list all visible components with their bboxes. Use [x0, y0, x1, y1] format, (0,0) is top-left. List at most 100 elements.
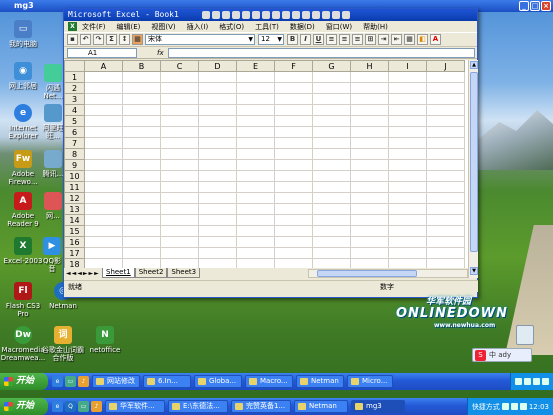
- cell[interactable]: [198, 258, 237, 268]
- cell[interactable]: [274, 82, 313, 94]
- cell[interactable]: [236, 82, 275, 94]
- column-header[interactable]: F: [274, 60, 313, 72]
- desktop-icon-netoffice[interactable]: Nnetoffice: [82, 326, 128, 354]
- menu-tools[interactable]: 工具(T): [255, 22, 279, 32]
- cell[interactable]: [122, 104, 161, 116]
- font-name-select[interactable]: 宋体 ▼: [145, 34, 255, 45]
- align-left-icon[interactable]: ≡: [326, 34, 337, 45]
- cell[interactable]: [388, 258, 427, 268]
- desktop-icon-partial[interactable]: 网...: [42, 192, 64, 220]
- cell[interactable]: [84, 93, 123, 105]
- fx-icon[interactable]: fx: [157, 49, 164, 57]
- cell[interactable]: [274, 159, 313, 171]
- cell[interactable]: [350, 93, 389, 105]
- cell[interactable]: [236, 104, 275, 116]
- scroll-down-icon[interactable]: ▼: [470, 267, 478, 275]
- desktop-icon-my-computer[interactable]: ▭ 我的电脑: [0, 20, 46, 48]
- cell[interactable]: [236, 225, 275, 237]
- maximize-button[interactable]: □: [530, 1, 540, 11]
- cell[interactable]: [198, 192, 237, 204]
- cell[interactable]: [122, 192, 161, 204]
- tab-sheet1[interactable]: Sheet1: [102, 268, 135, 278]
- cell[interactable]: [122, 170, 161, 182]
- cell[interactable]: [198, 225, 237, 237]
- cell[interactable]: [236, 93, 275, 105]
- align-right-icon[interactable]: ≡: [352, 34, 363, 45]
- column-header[interactable]: D: [198, 60, 237, 72]
- column-header[interactable]: H: [350, 60, 389, 72]
- cell[interactable]: [198, 247, 237, 259]
- task-button-netman[interactable]: Netman: [296, 375, 344, 388]
- cell[interactable]: [160, 159, 199, 171]
- close-button[interactable]: ×: [541, 1, 551, 11]
- cell[interactable]: [426, 148, 465, 160]
- cell[interactable]: [426, 225, 465, 237]
- cell[interactable]: [84, 71, 123, 83]
- desktop-icon[interactable]: ▭: [65, 376, 76, 387]
- scroll-up-icon[interactable]: ▲: [470, 61, 478, 69]
- save-icon[interactable]: ▪: [67, 34, 78, 45]
- cell[interactable]: [198, 93, 237, 105]
- cell[interactable]: [312, 148, 351, 160]
- cell[interactable]: [160, 148, 199, 160]
- outdent-icon[interactable]: ⇤: [391, 34, 402, 45]
- cell[interactable]: [388, 192, 427, 204]
- cell[interactable]: [274, 203, 313, 215]
- cell[interactable]: [198, 159, 237, 171]
- row-header[interactable]: 16: [64, 236, 85, 248]
- menu-view[interactable]: 视图(V): [151, 22, 175, 32]
- cell[interactable]: [274, 192, 313, 204]
- task-button-folder[interactable]: E:\东德法...: [168, 400, 228, 413]
- cell[interactable]: [122, 71, 161, 83]
- cell[interactable]: [350, 137, 389, 149]
- language-bar[interactable]: S中 ady: [472, 348, 532, 362]
- cell[interactable]: [160, 71, 199, 83]
- cell[interactable]: [122, 137, 161, 149]
- cell[interactable]: [274, 247, 313, 259]
- tab-sheet3[interactable]: Sheet3: [167, 268, 201, 278]
- row-header[interactable]: 7: [64, 137, 85, 149]
- cell[interactable]: [388, 170, 427, 182]
- desktop-icon[interactable]: ▭: [78, 401, 89, 412]
- cell[interactable]: [274, 236, 313, 248]
- italic-button[interactable]: I: [300, 34, 311, 45]
- row-header[interactable]: 12: [64, 192, 85, 204]
- cell[interactable]: [84, 214, 123, 226]
- cell[interactable]: [274, 258, 313, 268]
- menu-window[interactable]: 窗口(W): [326, 22, 352, 32]
- cell[interactable]: [198, 170, 237, 182]
- cell[interactable]: [426, 192, 465, 204]
- desktop-icon-partial[interactable]: 腾讯...: [42, 150, 64, 178]
- cell[interactable]: [426, 126, 465, 138]
- cell[interactable]: [312, 258, 351, 268]
- cell[interactable]: [160, 170, 199, 182]
- desktop-icon-kingsoft[interactable]: 词谷歌金山词霸合作版: [40, 326, 86, 362]
- column-header[interactable]: G: [312, 60, 351, 72]
- cell[interactable]: [312, 236, 351, 248]
- column-header[interactable]: E: [236, 60, 275, 72]
- cell[interactable]: [198, 82, 237, 94]
- cell[interactable]: [160, 126, 199, 138]
- cell[interactable]: [160, 104, 199, 116]
- cell[interactable]: [426, 137, 465, 149]
- cell[interactable]: [312, 247, 351, 259]
- cell[interactable]: [236, 159, 275, 171]
- formula-input[interactable]: [167, 47, 475, 58]
- cell[interactable]: [388, 225, 427, 237]
- cell[interactable]: [426, 104, 465, 116]
- cell[interactable]: [350, 170, 389, 182]
- cell[interactable]: [160, 192, 199, 204]
- task-button-macromedia[interactable]: Macro...: [245, 375, 293, 388]
- row-header[interactable]: 4: [64, 104, 85, 116]
- task-button-website[interactable]: 网站修改: [92, 375, 140, 388]
- cell[interactable]: [312, 71, 351, 83]
- row-header[interactable]: 2: [64, 82, 85, 94]
- clock[interactable]: 12:03: [529, 403, 549, 411]
- column-header[interactable]: I: [388, 60, 427, 72]
- cell[interactable]: [198, 137, 237, 149]
- media-icon[interactable]: ♪: [78, 376, 89, 387]
- desktop-icon-partial[interactable]: 闪遇Net...: [42, 64, 64, 100]
- cell[interactable]: [160, 93, 199, 105]
- cell[interactable]: [312, 214, 351, 226]
- undo-icon[interactable]: ↶: [80, 34, 91, 45]
